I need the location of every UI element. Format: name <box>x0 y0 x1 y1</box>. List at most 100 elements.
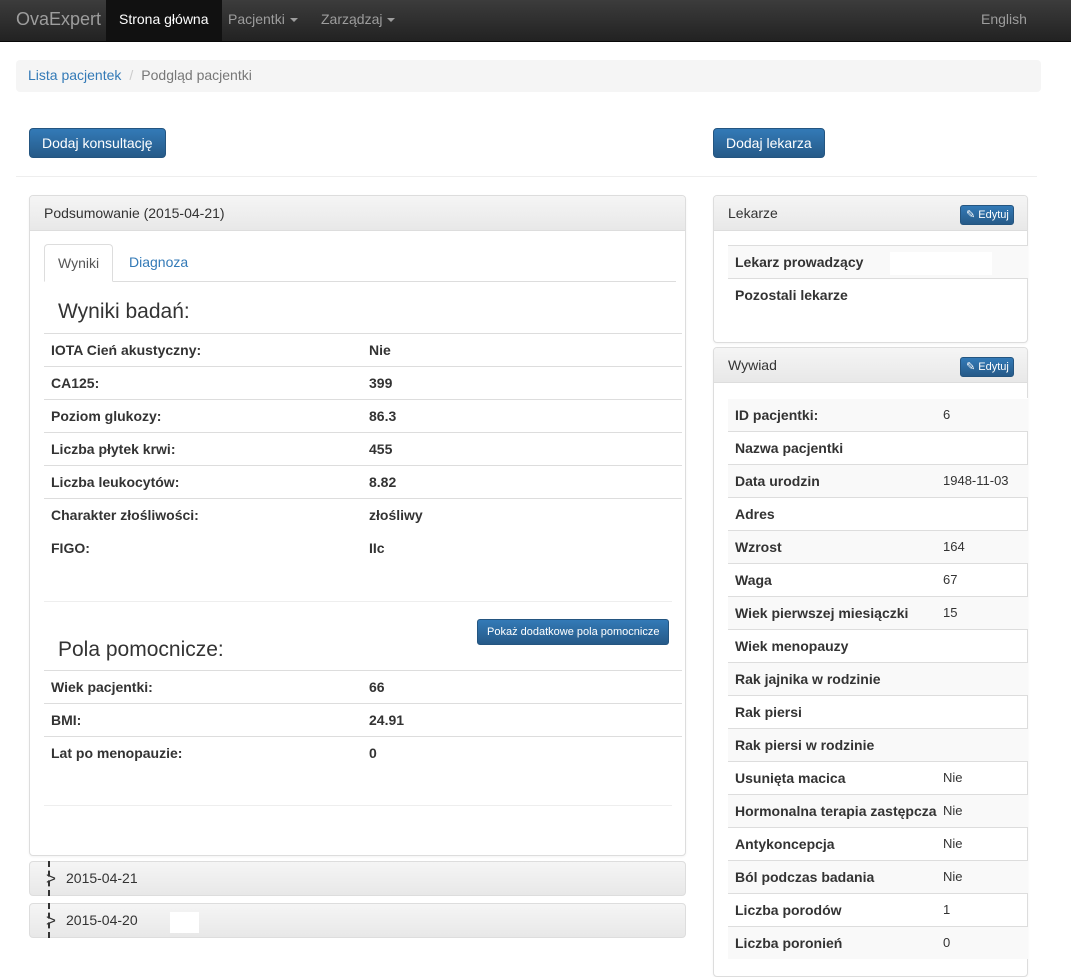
doctor-row: Pozostali lekarze <box>728 278 1028 311</box>
interview-label: Hormonalna terapia zastępcza <box>735 803 937 819</box>
tab-diagnosis[interactable]: Diagnoza <box>116 244 201 282</box>
interview-value: 0 <box>943 935 951 950</box>
interview-label: Rak piersi w rodzinie <box>735 737 875 753</box>
top-navbar: OvaExpert Strona główna Pacjentki Zarząd… <box>0 0 1071 42</box>
result-value: złośliwy <box>369 507 423 523</box>
interview-value: 15 <box>943 605 958 620</box>
breadcrumb-patient-list-link[interactable]: Lista pacjentek <box>28 67 121 83</box>
interview-label: Nazwa pacjentki <box>735 440 844 456</box>
interview-value: Nie <box>943 836 963 851</box>
interview-row: Usunięta macica Nie <box>728 761 1028 794</box>
interview-label: Adres <box>735 506 775 522</box>
interview-row: Rak piersi <box>728 695 1028 728</box>
breadcrumb: Lista pacjentek / Podgląd pacjentki <box>16 60 1041 92</box>
interview-row: Ból podczas badania Nie <box>728 860 1028 893</box>
redacted-block <box>170 912 199 933</box>
interview-row: Rak piersi w rodzinie <box>728 728 1028 761</box>
interview-label: Antykoncepcja <box>735 836 835 852</box>
interview-row: Wiek pierwszej miesiączki 15 <box>728 596 1028 629</box>
result-row: FIGO: IIc <box>44 531 682 564</box>
summary-panel-title: Podsumowanie (2015-04-21) <box>30 196 685 231</box>
interview-panel: Wywiad ✎ Edytuj ID pacjentki: 6 Nazwa pac… <box>713 347 1028 977</box>
edit-interview-button[interactable]: ✎ Edytuj <box>960 357 1014 377</box>
result-row: Liczba płytek krwi: 455 <box>44 432 682 465</box>
results-heading: Wyniki badań: <box>58 300 190 323</box>
chevron-down-icon <box>387 18 396 23</box>
result-row: Poziom glukozy: 86.3 <box>44 399 682 432</box>
helper-row: Wiek pacjentki: 66 <box>44 670 682 703</box>
summary-panel: Podsumowanie (2015-04-21) Wyniki Diagnoz… <box>29 195 686 856</box>
consultation-date: 2015-04-21 <box>66 870 138 886</box>
interview-value: Nie <box>943 803 963 818</box>
doctors-panel-title: Lekarze <box>728 205 778 221</box>
helpers-heading: Pola pomocnicze: <box>58 638 224 661</box>
result-value: Nie <box>369 342 391 358</box>
interview-value: 1 <box>943 902 951 917</box>
helper-label: Lat po menopauzie: <box>51 745 183 761</box>
language-switch[interactable]: English <box>968 0 1040 41</box>
divider <box>16 176 1037 177</box>
interview-label: Wzrost <box>735 539 782 555</box>
doctor-label: Lekarz prowadzący <box>735 254 864 270</box>
section-divider <box>44 601 672 602</box>
interview-panel-title: Wywiad <box>728 357 777 373</box>
interview-row: Antykoncepcja Nie <box>728 827 1028 860</box>
nav-home[interactable]: Strona główna <box>106 0 222 41</box>
interview-label: Usunięta macica <box>735 770 846 786</box>
add-consultation-button[interactable]: Dodaj konsultację <box>29 128 166 158</box>
interview-row: Liczba poronień 0 <box>728 926 1028 959</box>
result-label: Poziom glukozy: <box>51 408 162 424</box>
helper-value: 24.91 <box>369 712 405 728</box>
consultation-date: 2015-04-20 <box>66 912 138 928</box>
nav-patients-dropdown[interactable]: Pacjentki <box>215 0 311 41</box>
chevron-right-icon: > <box>46 911 56 930</box>
helper-value: 66 <box>369 679 385 695</box>
result-label: Charakter złośliwości: <box>51 507 199 523</box>
result-row: IOTA Cień akustyczny: Nie <box>44 333 682 366</box>
interview-label: ID pacjentki: <box>735 407 819 423</box>
result-value: 455 <box>369 441 393 457</box>
doctor-row: Lekarz prowadzący <box>728 245 1028 278</box>
nav-patients-label: Pacjentki <box>228 11 285 27</box>
helper-row: Lat po menopauzie: 0 <box>44 736 682 769</box>
consultation-item[interactable]: > 2015-04-20 <box>29 903 686 938</box>
edit-icon: ✎ <box>966 209 976 221</box>
interview-label: Waga <box>735 572 772 588</box>
breadcrumb-separator: / <box>129 67 134 83</box>
result-row: CA125: 399 <box>44 366 682 399</box>
section-divider <box>44 805 672 806</box>
result-value: 399 <box>369 375 393 391</box>
interview-label: Liczba poronień <box>735 935 843 951</box>
interview-row: Rak jajnika w rodzinie <box>728 662 1028 695</box>
doctor-label: Pozostali lekarze <box>735 287 848 303</box>
interview-row: Nazwa pacjentki <box>728 431 1028 464</box>
brand-logo[interactable]: OvaExpert <box>16 0 101 42</box>
interview-row: Data urodzin 1948-11-03 <box>728 464 1028 497</box>
doctors-panel: Lekarze ✎ Edytuj Lekarz prowadzący Pozos… <box>713 195 1028 343</box>
tab-results[interactable]: Wyniki <box>44 244 114 282</box>
add-doctor-button[interactable]: Dodaj lekarza <box>713 128 825 158</box>
interview-row: Wzrost 164 <box>728 530 1028 563</box>
show-more-helpers-button[interactable]: Pokaż dodatkowe pola pomocnicze <box>477 619 670 645</box>
interview-label: Rak piersi <box>735 704 802 720</box>
edit-icon: ✎ <box>966 361 976 373</box>
interview-value: Nie <box>943 770 963 785</box>
breadcrumb-current: Podgląd pacjentki <box>141 67 252 83</box>
interview-row: Waga 67 <box>728 563 1028 596</box>
interview-row: Liczba porodów 1 <box>728 893 1028 926</box>
result-label: Liczba leukocytów: <box>51 474 180 490</box>
edit-doctors-button[interactable]: ✎ Edytuj <box>960 205 1014 225</box>
consultation-item[interactable]: > 2015-04-21 <box>29 861 686 896</box>
result-label: FIGO: <box>51 540 90 556</box>
redacted-block <box>890 252 992 275</box>
interview-value: 1948-11-03 <box>943 473 1009 488</box>
interview-label: Liczba porodów <box>735 902 842 918</box>
chevron-right-icon: > <box>46 869 56 888</box>
result-label: CA125: <box>51 375 100 391</box>
interview-label: Wiek pierwszej miesiączki <box>735 605 909 621</box>
interview-row: ID pacjentki: 6 <box>728 398 1028 431</box>
nav-manage-dropdown[interactable]: Zarządzaj <box>308 0 408 41</box>
interview-row: Hormonalna terapia zastępcza Nie <box>728 794 1028 827</box>
interview-label: Data urodzin <box>735 473 820 489</box>
result-label: Liczba płytek krwi: <box>51 441 176 457</box>
